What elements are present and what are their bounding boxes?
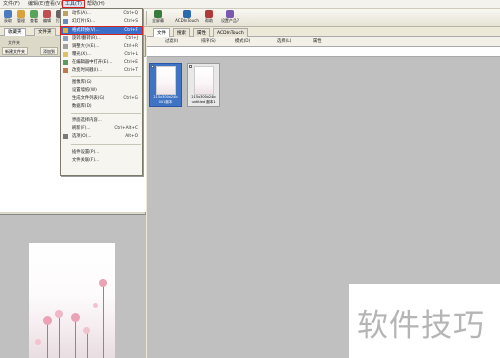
filter-button[interactable]: 过滤(I) [163, 38, 180, 46]
flower-stem [87, 331, 88, 358]
menu-item-gallery[interactable]: 图像库(G) [61, 79, 142, 86]
tab-acdintouch[interactable]: ACDInTouch [213, 28, 248, 37]
folder-row-label[interactable]: 文件夹 [8, 39, 20, 46]
checkbox-icon[interactable] [151, 65, 154, 68]
menu-item-actions[interactable]: 动作(A)... Ctrl+Q [61, 10, 142, 17]
flower-stem [75, 317, 76, 358]
view-button[interactable]: 查看 [28, 10, 40, 26]
sort-button[interactable]: 排序(S) [199, 38, 218, 46]
fullscreen-button[interactable]: 全屏幕 [148, 10, 168, 26]
pencil-icon [43, 10, 51, 18]
menu-item-exposure[interactable]: 曝光(X)... Ctrl+L [61, 51, 142, 58]
flower [99, 279, 107, 287]
preview-pane [0, 214, 146, 358]
add-to-button[interactable]: 添加到 [40, 47, 58, 55]
resize-icon [63, 44, 68, 49]
acdintouch-button[interactable]: ACDInTouch [170, 10, 204, 26]
tab-properties[interactable]: 属性 [193, 28, 210, 37]
menu-item-format-convert[interactable]: 格式转换(V)... Ctrl+F [60, 26, 143, 35]
tab-files[interactable]: 文件 [153, 28, 170, 37]
clock-icon [63, 68, 68, 73]
flower [43, 316, 52, 325]
file-toolbar: 过滤(I) 排序(S) 模式(D) 选择(L) 属性 [147, 37, 500, 47]
properties-button[interactable]: 属性 [311, 38, 324, 46]
thumbnail-item[interactable]: 215x300x24b 001副本 [149, 63, 182, 107]
actions-icon [63, 11, 68, 16]
folder-icon [17, 10, 25, 18]
menu-item-timestamp[interactable]: 改变时间戳(I)... Ctrl+T [61, 67, 142, 74]
thumbnail-image [194, 66, 214, 95]
settings-icon [226, 10, 234, 18]
menu-item-refresh[interactable]: 刷新(F)... Ctrl+Alt+C [61, 125, 142, 132]
help-button[interactable]: 帮助 [203, 10, 215, 26]
select-button[interactable]: 选择(L) [275, 38, 293, 46]
acquire-button[interactable]: 获取 [2, 10, 14, 26]
menu-item-resize[interactable]: 调整大小(E)... Ctrl+R [61, 43, 142, 50]
settings-button[interactable]: 设置产品? [217, 10, 243, 26]
manage-button[interactable]: 管理 [15, 10, 27, 26]
menu-separator [71, 144, 141, 145]
menu-tools[interactable]: 工具(T) [62, 0, 85, 8]
tools-dropdown-menu: 动作(A)... Ctrl+Q 幻灯片(S)... Ctrl+S 格式转换(V)… [60, 8, 143, 176]
right-tabs: 文件 搜索 属性 ACDInTouch [147, 27, 500, 37]
eye-icon [30, 10, 38, 18]
mode-button[interactable]: 模式(D) [233, 38, 252, 46]
path-bar[interactable] [147, 47, 500, 57]
acd-icon [183, 10, 191, 18]
menu-item-options[interactable]: 选项(O)... Alt+O [61, 133, 142, 140]
flower [71, 313, 80, 322]
tab-folders[interactable]: 文件夹 [34, 28, 56, 36]
preview-image [29, 243, 115, 358]
options-icon [63, 134, 68, 139]
menu-item-file-list[interactable]: 生成文件列表(G) Ctrl+G [61, 95, 142, 102]
new-folder-button[interactable]: 新建文件夹 [2, 47, 28, 55]
menu-item-database[interactable]: 数据库(D) [61, 103, 142, 110]
menu-edit[interactable]: 编辑(E) [28, 0, 45, 8]
menu-view[interactable]: 查看(V) [45, 0, 62, 8]
menu-separator [71, 113, 141, 114]
toolbar-separator [146, 11, 147, 25]
tab-search[interactable]: 搜索 [173, 28, 190, 37]
menu-item-file-association[interactable]: 文件关联(F)... [61, 157, 142, 164]
edit-button[interactable]: 编辑 [41, 10, 53, 26]
tab-favorites[interactable]: 收藏夹 [4, 28, 26, 36]
menu-file[interactable]: 文件(F) [3, 0, 20, 8]
menu-item-rotate[interactable]: 旋转/翻转(R)... Ctrl+J [61, 35, 142, 42]
watermark-text: 软件技巧 [357, 308, 485, 344]
editor-icon [63, 60, 68, 65]
checkbox-icon[interactable] [189, 65, 192, 68]
menu-item-wallpaper[interactable]: 设置墙纸(W) [61, 87, 142, 94]
menu-help[interactable]: 帮助(H) [87, 0, 105, 8]
camera-icon [4, 10, 12, 18]
help-icon [205, 10, 213, 18]
thumbnail-image [156, 66, 176, 95]
convert-icon [63, 28, 68, 33]
exposure-icon [63, 52, 68, 57]
menu-item-plugins[interactable]: 插件设置(P)... [61, 149, 142, 156]
watermark: 软件技巧 [349, 284, 500, 358]
fullscreen-icon [154, 10, 162, 18]
flower-stem [59, 313, 60, 358]
menu-item-open-editor[interactable]: 在编辑器中打开(E)... Ctrl+E [61, 59, 142, 66]
flower [35, 339, 41, 345]
menu-separator [71, 76, 141, 77]
slideshow-icon [63, 19, 68, 24]
flower [83, 327, 90, 334]
flower-stem [103, 283, 104, 358]
menu-item-interface[interactable]: 界面选择内容... [61, 117, 142, 124]
rotate-icon [63, 36, 68, 41]
flower [93, 303, 98, 308]
flower-stem [47, 321, 48, 358]
flower [55, 310, 63, 318]
menu-item-slideshow[interactable]: 幻灯片(S)... Ctrl+S [61, 18, 142, 25]
thumbnail-item[interactable]: 215x300x24b untitled 副本1 [187, 63, 220, 107]
